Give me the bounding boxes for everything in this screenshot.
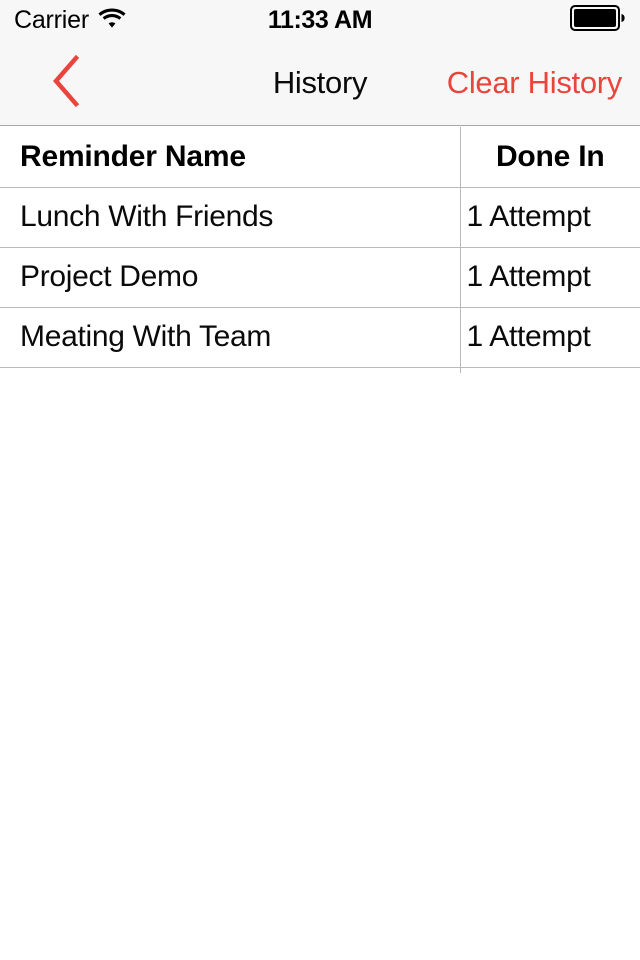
carrier-label: Carrier [14,5,89,34]
app-screen: Carrier 11:33 AM History Clear History R… [0,0,640,960]
table-header-row: Reminder Name Done In [0,127,640,188]
wifi-icon [98,7,126,33]
table-row[interactable]: Meating With Team 1 Attempt [0,307,640,368]
empty-content-area [0,373,640,960]
cell-reminder-name: Lunch With Friends [0,187,460,248]
column-header-done-in: Done In [459,127,640,188]
status-bar-left: Carrier [14,7,320,33]
table-header: Reminder Name Done In [0,127,640,188]
cell-done-in: 1 Attempt [459,247,640,308]
cell-reminder-name: Project Demo [0,247,460,308]
table-body: Lunch With Friends 1 Attempt Project Dem… [0,187,640,368]
battery-full-icon [570,4,626,36]
column-header-reminder-name: Reminder Name [0,127,460,188]
table-row[interactable]: Project Demo 1 Attempt [0,247,640,308]
cell-reminder-name: Meating With Team [0,307,460,368]
status-bar-right [320,4,626,36]
status-bar: Carrier 11:33 AM [0,0,640,40]
clear-history-button[interactable]: Clear History [447,65,623,101]
history-table: Reminder Name Done In Lunch With Friends… [0,127,640,368]
cell-done-in: 1 Attempt [459,307,640,368]
table-row[interactable]: Lunch With Friends 1 Attempt [0,187,640,248]
navigation-bar: History Clear History [0,40,640,126]
cell-done-in: 1 Attempt [459,187,640,248]
